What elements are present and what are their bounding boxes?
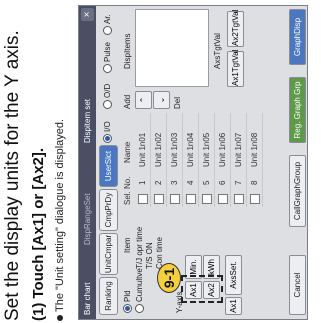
- radio-io-label: I/O: [103, 121, 112, 132]
- row-no: 7: [234, 180, 243, 185]
- row-no: 5: [202, 180, 211, 185]
- register-graph-group-button[interactable]: Reg. Graph Grp: [289, 77, 306, 143]
- row-name: Unit 1n04: [186, 132, 195, 167]
- graph-settings-dialog: Bar chart DispRangeSet Dispitem set × Ra…: [78, 5, 308, 320]
- row-name: Unit 1n03: [170, 132, 179, 167]
- ax1-target-button[interactable]: Ax1TgtVal: [227, 50, 244, 87]
- table-row[interactable]: 3 Unit 1n03: [167, 113, 183, 207]
- dialog-titlebar: Bar chart DispRangeSet Dispitem set ×: [79, 6, 96, 319]
- instruction-note: The "Unit setting" dialogue is displayed…: [54, 119, 66, 321]
- call-graph-group-button[interactable]: CallGraphGroup: [289, 155, 306, 227]
- radio-io-dot: [103, 134, 113, 143]
- row-checkbox[interactable]: [138, 194, 148, 204]
- radio-pld-dot: [123, 304, 133, 313]
- row-name: Unit 1n07: [234, 132, 243, 167]
- radio-cumulative-dot: [135, 304, 145, 313]
- row-no: 2: [154, 180, 163, 185]
- radio-od-dot: [103, 100, 113, 109]
- radio-pulse-dot: [103, 64, 113, 73]
- row-no: 4: [186, 180, 195, 185]
- radio-pulse[interactable]: Pulse: [103, 41, 113, 73]
- table-row[interactable]: 4 Unit 1n04: [183, 113, 199, 207]
- graph-display-button[interactable]: GraphDisp: [289, 9, 306, 65]
- axis-val-label: AxsTgtVal: [213, 33, 222, 69]
- step-callout: 9-1: [157, 263, 181, 293]
- tab-ranking[interactable]: Ranking: [99, 277, 118, 315]
- row-name: Unit 1n06: [218, 132, 227, 167]
- radio-pld-label: Pld: [123, 290, 132, 302]
- instruction-step: (1) Touch [Ax1] or [Ax2].: [30, 147, 47, 321]
- table-row[interactable]: 7 Unit 1n07: [231, 113, 247, 207]
- bullet-icon: [57, 315, 64, 321]
- tab-compare-by-day[interactable]: CmpPrDy: [99, 189, 118, 231]
- del-label: Del: [173, 96, 182, 109]
- dispitems-label: DispItems: [123, 33, 132, 69]
- table-row[interactable]: 2 Unit 1n02: [151, 113, 167, 207]
- col-sel: Sel.: [123, 191, 132, 205]
- add-label: Add: [123, 94, 132, 109]
- radio-ar-label: Ar.: [103, 14, 112, 24]
- move-up-icon[interactable]: ⌃: [135, 91, 152, 109]
- col-name: Name: [123, 141, 132, 163]
- tab-unit-compare[interactable]: UnitCmpar: [99, 233, 118, 275]
- ax-buttons-highlight: [181, 275, 223, 303]
- row-name: Unit 1n08: [250, 132, 259, 167]
- radio-pulse-label: Pulse: [103, 41, 112, 62]
- item-opr-time[interactable]: T/J opr time: [135, 227, 144, 269]
- radio-cumulative-label: Cumultve: [135, 268, 144, 302]
- radio-io[interactable]: I/O: [103, 121, 113, 143]
- item-header: Item: [123, 237, 132, 253]
- row-checkbox[interactable]: [170, 194, 180, 204]
- radio-pld[interactable]: Pld: [123, 290, 133, 313]
- row-checkbox[interactable]: [186, 194, 196, 204]
- row-checkbox[interactable]: [234, 194, 244, 204]
- table-row[interactable]: 1 Unit 1n01: [135, 113, 151, 207]
- ax2-target-button[interactable]: Ax2TgtVal: [227, 10, 244, 47]
- row-name: Unit 1n02: [154, 132, 163, 167]
- row-no: 3: [170, 180, 179, 185]
- radio-cumulative[interactable]: Cumultve: [135, 268, 145, 313]
- title-dispitem-set[interactable]: Dispitem set: [83, 99, 92, 143]
- axis-set-button[interactable]: AxsSet.: [225, 255, 242, 295]
- row-no: 6: [218, 180, 227, 185]
- table-row[interactable]: 8 Unit 1n08: [247, 113, 263, 207]
- row-checkbox[interactable]: [154, 194, 164, 204]
- tab-user-select[interactable]: UserSlct: [99, 145, 118, 187]
- move-down-icon[interactable]: ⌄: [153, 91, 170, 109]
- close-icon[interactable]: ×: [81, 8, 94, 21]
- row-name: Unit 1n05: [202, 132, 211, 167]
- instruction-heading: Set the display units for the Y axis.: [2, 30, 23, 321]
- table-row[interactable]: 6 Unit 1n06: [215, 113, 231, 207]
- row-no: 8: [250, 180, 259, 185]
- row-checkbox[interactable]: [202, 194, 212, 204]
- note-text: The "Unit setting" dialogue is displayed…: [54, 118, 66, 312]
- row-checkbox[interactable]: [218, 194, 228, 204]
- row-name: Unit 1n01: [138, 132, 147, 167]
- rotated-content: Set the display units for the Y axis. (1…: [0, 0, 321, 323]
- ax1-set-button[interactable]: Ax1: [225, 297, 242, 315]
- item-ts-on[interactable]: T/S ON: [145, 242, 154, 269]
- dispitems-list[interactable]: [135, 9, 209, 87]
- title-disp-range[interactable]: DispRangeSet: [83, 193, 92, 245]
- radio-od-label: O/D: [103, 83, 112, 98]
- table-row[interactable]: 5 Unit 1n05: [199, 113, 215, 207]
- row-no: 1: [138, 180, 147, 185]
- cancel-button[interactable]: Cancel: [289, 255, 306, 315]
- title-bar-chart[interactable]: Bar chart: [83, 283, 92, 315]
- radio-ar-dot: [103, 26, 113, 35]
- radio-ar[interactable]: Ar.: [103, 14, 113, 35]
- radio-od[interactable]: O/D: [103, 83, 113, 109]
- row-checkbox[interactable]: [250, 194, 260, 204]
- col-no: No.: [123, 176, 132, 189]
